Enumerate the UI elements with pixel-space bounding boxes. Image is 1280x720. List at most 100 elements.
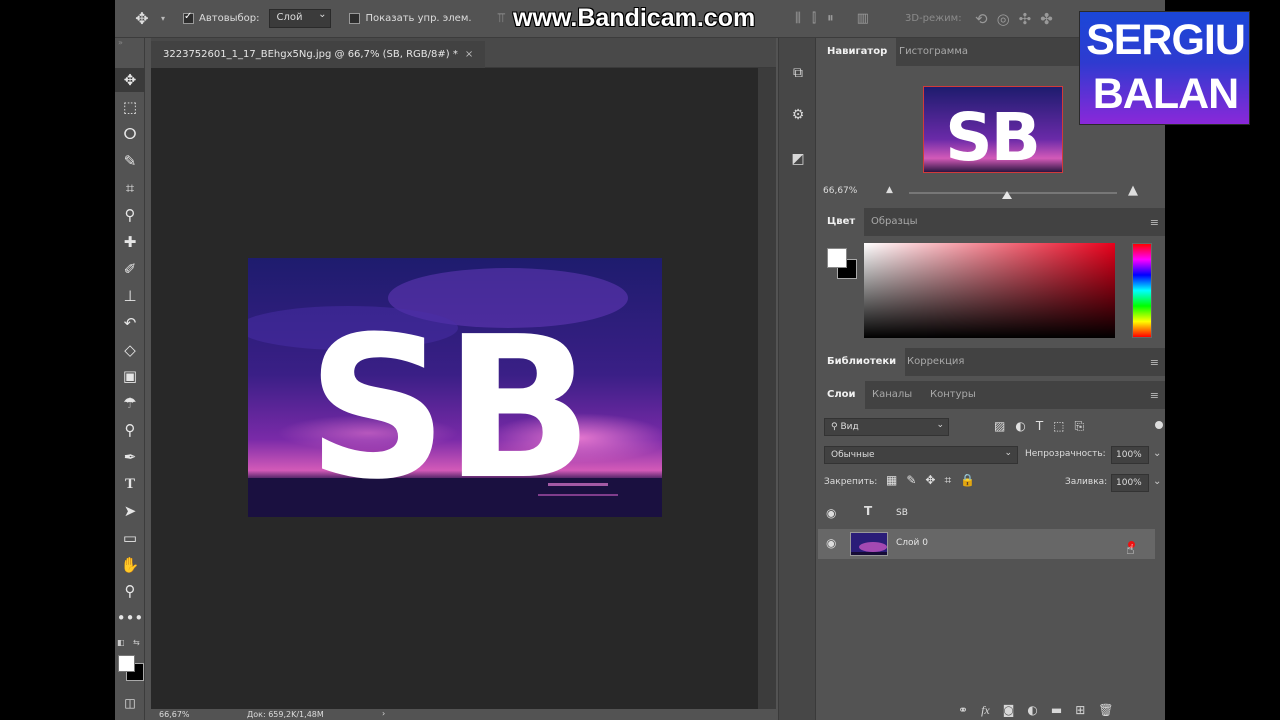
layer-name[interactable]: SB: [896, 508, 908, 518]
distribute-horizontal-icon[interactable]: ⏸: [827, 11, 834, 26]
roll-3d-icon[interactable]: ◎: [997, 10, 1010, 28]
new-layer-icon[interactable]: ⊞: [1075, 703, 1085, 718]
tool-preset-arrow-icon[interactable]: ▾: [161, 14, 165, 23]
filter-toggle-switch[interactable]: [1155, 421, 1163, 429]
layer-style-icon[interactable]: fx: [981, 703, 990, 718]
hue-slider[interactable]: [1132, 243, 1152, 338]
distribute-center-icon[interactable]: ⫿: [812, 11, 816, 26]
opacity-dropdown-icon[interactable]: ⌄: [1153, 448, 1161, 459]
color-panel-menu-icon[interactable]: ≡: [1150, 216, 1159, 229]
navigator-zoom-value[interactable]: 66,67%: [823, 186, 857, 196]
canvas-scrollbar[interactable]: [758, 68, 776, 709]
status-menu-arrow[interactable]: ›: [382, 709, 385, 718]
layer-mask-icon[interactable]: ◙: [1003, 703, 1015, 718]
document-tab[interactable]: 3223752601_1_17_BEhgx5Ng.jpg @ 66,7% (SB…: [151, 41, 486, 68]
lock-all-icon[interactable]: 🔒: [960, 473, 975, 488]
eyedropper-tool-icon[interactable]: ⚲: [115, 203, 145, 227]
color-spectrum-picker[interactable]: [864, 243, 1115, 338]
navigator-preview[interactable]: SB: [923, 86, 1063, 173]
tab-libraries[interactable]: Библиотеки: [818, 348, 906, 376]
autoselect-group[interactable]: Автовыбор: Слой: [183, 9, 332, 28]
zoom-tool-icon[interactable]: ⚲: [115, 579, 145, 603]
layer-row-layer0[interactable]: ◉ Слой 0 ☝: [818, 529, 1155, 559]
default-colors-icon[interactable]: ◧: [117, 638, 125, 647]
layer-name[interactable]: Слой 0: [896, 538, 928, 548]
clone-stamp-tool-icon[interactable]: ⊥: [115, 284, 145, 308]
show-controls-checkbox[interactable]: [349, 13, 361, 24]
path-selection-tool-icon[interactable]: ➤: [115, 499, 145, 523]
opacity-input[interactable]: 100%: [1111, 446, 1149, 464]
tab-histogram[interactable]: Гистограмма: [890, 38, 977, 66]
tab-adjustments[interactable]: Коррекция: [898, 348, 973, 376]
visibility-eye-icon[interactable]: ◉: [826, 536, 836, 550]
foreground-color-swatch[interactable]: [118, 655, 135, 672]
rectangle-tool-icon[interactable]: ▭: [115, 526, 145, 550]
brush-tool-icon[interactable]: ✐: [115, 257, 145, 281]
lock-artboard-icon[interactable]: ⌗: [944, 473, 951, 488]
slide-3d-icon[interactable]: ✤: [1040, 10, 1053, 28]
filter-pixel-icon[interactable]: ▨: [994, 419, 1005, 434]
healing-brush-tool-icon[interactable]: ✚: [115, 230, 145, 254]
fill-input[interactable]: 100%: [1111, 474, 1149, 492]
dodge-tool-icon[interactable]: ⚲: [115, 418, 145, 442]
filter-adjustment-icon[interactable]: ◐: [1015, 419, 1025, 434]
distribute-vertical-icon[interactable]: ⫼: [795, 11, 801, 26]
hand-tool-icon[interactable]: ✋: [115, 553, 145, 577]
lasso-tool-icon[interactable]: ⵔ: [115, 122, 145, 146]
layers-panel-menu-icon[interactable]: ≡: [1150, 389, 1159, 402]
lock-image-icon[interactable]: ✎: [906, 473, 916, 488]
history-brush-tool-icon[interactable]: ↶: [115, 311, 145, 335]
history-panel-icon[interactable]: ⧉: [779, 58, 817, 88]
fill-dropdown-icon[interactable]: ⌄: [1153, 476, 1161, 487]
new-group-icon[interactable]: ▬: [1051, 703, 1062, 718]
toolbar-collapse-icon[interactable]: »: [115, 38, 144, 50]
filter-type-icon[interactable]: T: [1036, 419, 1043, 434]
adjustment-layer-icon[interactable]: ◐: [1027, 703, 1037, 718]
move-tool-icon[interactable]: ✥: [127, 9, 157, 28]
swap-colors-icon[interactable]: ⇆: [133, 638, 140, 647]
show-controls-group[interactable]: Показать упр. элем.: [349, 13, 472, 24]
zoom-in-icon[interactable]: ▲: [1128, 183, 1138, 198]
marquee-tool-icon[interactable]: ⬚: [115, 95, 145, 119]
quick-select-tool-icon[interactable]: ✎: [115, 149, 145, 173]
tab-color[interactable]: Цвет: [818, 208, 865, 236]
zoom-slider-thumb[interactable]: [1001, 191, 1012, 199]
crop-tool-icon[interactable]: ⌗: [115, 176, 145, 200]
eraser-tool-icon[interactable]: ◇: [115, 338, 145, 362]
gradient-tool-icon[interactable]: ▣: [115, 364, 145, 388]
color-foreground-swatch[interactable]: [827, 248, 847, 268]
lock-transparent-icon[interactable]: ▦: [886, 473, 897, 488]
tab-layers[interactable]: Слои: [818, 381, 865, 409]
libraries-panel-menu-icon[interactable]: ≡: [1150, 356, 1159, 369]
orbit-3d-icon[interactable]: ⟲: [975, 10, 988, 28]
auto-align-icon[interactable]: ▥: [857, 11, 869, 26]
paths-panel-icon[interactable]: ◩: [779, 144, 817, 174]
autoselect-checkbox[interactable]: [183, 11, 195, 24]
lock-position-icon[interactable]: ✥: [925, 473, 935, 488]
tab-paths[interactable]: Контуры: [921, 381, 985, 409]
link-layers-icon[interactable]: ⚭: [958, 703, 968, 718]
zoom-out-icon[interactable]: ▲: [886, 185, 893, 195]
blend-mode-select[interactable]: Обычные: [824, 445, 1018, 464]
delete-layer-icon[interactable]: 🗑: [1098, 703, 1113, 718]
layer-thumbnail[interactable]: [850, 532, 888, 556]
visibility-eye-icon[interactable]: ◉: [826, 506, 836, 520]
tab-channels[interactable]: Каналы: [863, 381, 921, 409]
more-tools-icon[interactable]: •••: [115, 606, 145, 630]
tab-swatches[interactable]: Образцы: [862, 208, 927, 236]
status-zoom[interactable]: 66,67%: [159, 710, 190, 719]
tab-navigator[interactable]: Навигатор: [818, 38, 897, 66]
pan-3d-icon[interactable]: ✣: [1019, 10, 1032, 28]
autoselect-target-select[interactable]: Слой: [269, 9, 332, 28]
properties-panel-icon[interactable]: ⚙: [779, 100, 817, 130]
quick-mask-icon[interactable]: ◫: [115, 691, 145, 715]
type-tool-icon[interactable]: T: [115, 472, 145, 496]
blur-tool-icon[interactable]: ☂: [115, 391, 145, 415]
close-tab-icon[interactable]: ×: [465, 49, 473, 60]
filter-smart-object-icon[interactable]: ⎘: [1075, 419, 1085, 434]
layer-filter-select[interactable]: ⚲ Вид: [824, 417, 949, 436]
pen-tool-icon[interactable]: ✒: [115, 445, 145, 469]
layer-row-sb[interactable]: ◉ T SB: [818, 499, 1155, 529]
canvas-area[interactable]: SB: [151, 68, 776, 709]
filter-shape-icon[interactable]: ⬚: [1053, 419, 1064, 434]
